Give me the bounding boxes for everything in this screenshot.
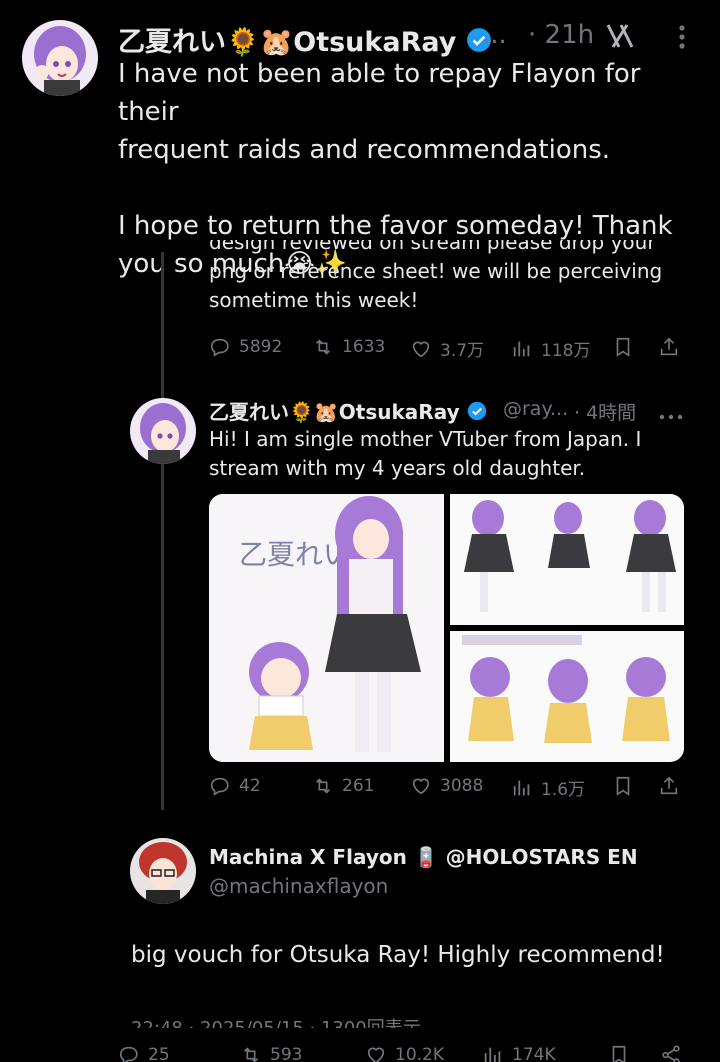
share-button[interactable]: [658, 775, 680, 797]
retweet-icon: [315, 778, 331, 794]
thread-connector-line: [161, 252, 164, 810]
share-icon: [660, 337, 678, 356]
views-icon: [484, 1047, 501, 1062]
reply-author-name-text: 乙夏れい🌻🐹OtsukaRay: [209, 400, 460, 424]
verified-badge-icon: [467, 401, 487, 426]
share-button[interactable]: [660, 1044, 682, 1062]
like-button[interactable]: 10.2K: [365, 1044, 444, 1062]
bottom-stats-row: 25 593 10.2K 174K: [0, 1044, 720, 1062]
media-image-child-sheet[interactable]: [450, 631, 684, 762]
share-icon: [660, 776, 678, 795]
reply-button[interactable]: 25: [118, 1044, 170, 1062]
character-logo-text: 乙夏れい: [239, 538, 351, 571]
reply-text: Hi! I am single mother VTuber from Japan…: [209, 425, 689, 483]
tweet-text-line: frequent raids and recommendations.: [118, 135, 611, 165]
otsukaray-reply-avatar[interactable]: [130, 398, 196, 464]
like-button[interactable]: 3.7万: [410, 336, 484, 361]
flayon-avatar[interactable]: [130, 838, 196, 904]
reply-icon: [119, 1046, 138, 1062]
flayon-tweet-text: big vouch for Otsuka Ray! Highly recomme…: [131, 942, 665, 968]
retweet-icon: [315, 339, 331, 355]
heart-icon: [412, 341, 430, 357]
views-icon: [513, 341, 530, 356]
author-name-text: 乙夏れい🌻🐹OtsukaRay: [118, 27, 457, 58]
bookmark-button[interactable]: [608, 1044, 630, 1062]
flayon-handle[interactable]: @machinaxflayon: [209, 874, 388, 898]
reply-author-name[interactable]: 乙夏れい🌻🐹OtsukaRay: [209, 396, 487, 426]
reply-more-icon[interactable]: [658, 406, 684, 425]
tweet-author-name[interactable]: 乙夏れい🌻🐹OtsukaRay: [118, 20, 492, 60]
heart-icon: [412, 778, 430, 795]
tweet-timestamp[interactable]: · 21h: [528, 20, 594, 50]
views-button[interactable]: 118万: [511, 336, 590, 361]
media-image-main[interactable]: 乙夏れい: [209, 494, 444, 762]
retweet-button[interactable]: 593: [240, 1044, 302, 1062]
grok-icon[interactable]: [605, 22, 635, 54]
reply-count: 5892: [239, 337, 283, 357]
like-count: 10.2K: [395, 1045, 444, 1062]
reply-button[interactable]: 5892: [209, 336, 282, 358]
like-count: 3.7万: [440, 341, 485, 361]
quoted-text-line: png or reference sheet! we will be perce…: [209, 259, 663, 283]
reply-author-handle[interactable]: @ray...: [503, 398, 568, 420]
like-button[interactable]: 3088: [410, 775, 483, 797]
more-options-icon[interactable]: [676, 24, 688, 54]
quoted-text-line: sometime this week!: [209, 288, 419, 312]
bookmark-button[interactable]: [612, 775, 634, 797]
heart-icon: [367, 1047, 385, 1062]
views-button[interactable]: 174K: [482, 1044, 556, 1062]
views-button[interactable]: 1.6万: [511, 775, 585, 800]
bookmark-icon: [612, 1045, 626, 1062]
retweet-icon: [243, 1047, 259, 1062]
media-image-reference-sheet[interactable]: [450, 494, 684, 625]
reply-icon: [210, 338, 229, 357]
retweet-count: 1633: [342, 337, 386, 357]
reply-button[interactable]: 42: [209, 775, 261, 797]
views-count: 1.6万: [541, 780, 586, 800]
retweet-button[interactable]: 1633: [312, 336, 385, 358]
like-count: 3088: [440, 776, 484, 796]
reply-icon: [210, 777, 229, 796]
bookmark-icon: [616, 776, 630, 796]
views-count: 174K: [512, 1045, 556, 1062]
reply-timestamp[interactable]: · 4時間: [574, 398, 636, 425]
views-icon: [513, 780, 530, 795]
reply-count: 25: [148, 1045, 170, 1062]
reply-text-line: stream with my 4 years old daughter.: [209, 456, 586, 480]
retweet-count: 261: [342, 776, 375, 796]
views-count: 118万: [541, 341, 591, 361]
quoted-text-partial-line: design reviewed on stream please drop yo…: [209, 240, 656, 254]
share-icon: [662, 1045, 680, 1062]
tweet-text-line: I have not been able to repay Flayon for…: [118, 59, 641, 127]
reply-text-line: Hi! I am single mother VTuber from Japan…: [209, 427, 642, 451]
tweet-meta-info: 22:48 · 2025/05/15 · 1300回表示: [131, 1014, 421, 1028]
bookmark-button[interactable]: [612, 336, 634, 358]
otsukaray-avatar[interactable]: [22, 20, 98, 96]
reply-count: 42: [239, 776, 261, 796]
retweet-button[interactable]: 261: [312, 775, 374, 797]
share-button[interactable]: [658, 336, 680, 358]
flayon-name[interactable]: Machina X Flayon 🪫 @HOLOSTARS EN: [209, 845, 638, 869]
retweet-count: 593: [270, 1045, 303, 1062]
quoted-tweet-text: design reviewed on stream please drop yo…: [209, 240, 689, 330]
author-name-ellipsis: ...: [482, 20, 507, 50]
bookmark-icon: [616, 337, 630, 357]
